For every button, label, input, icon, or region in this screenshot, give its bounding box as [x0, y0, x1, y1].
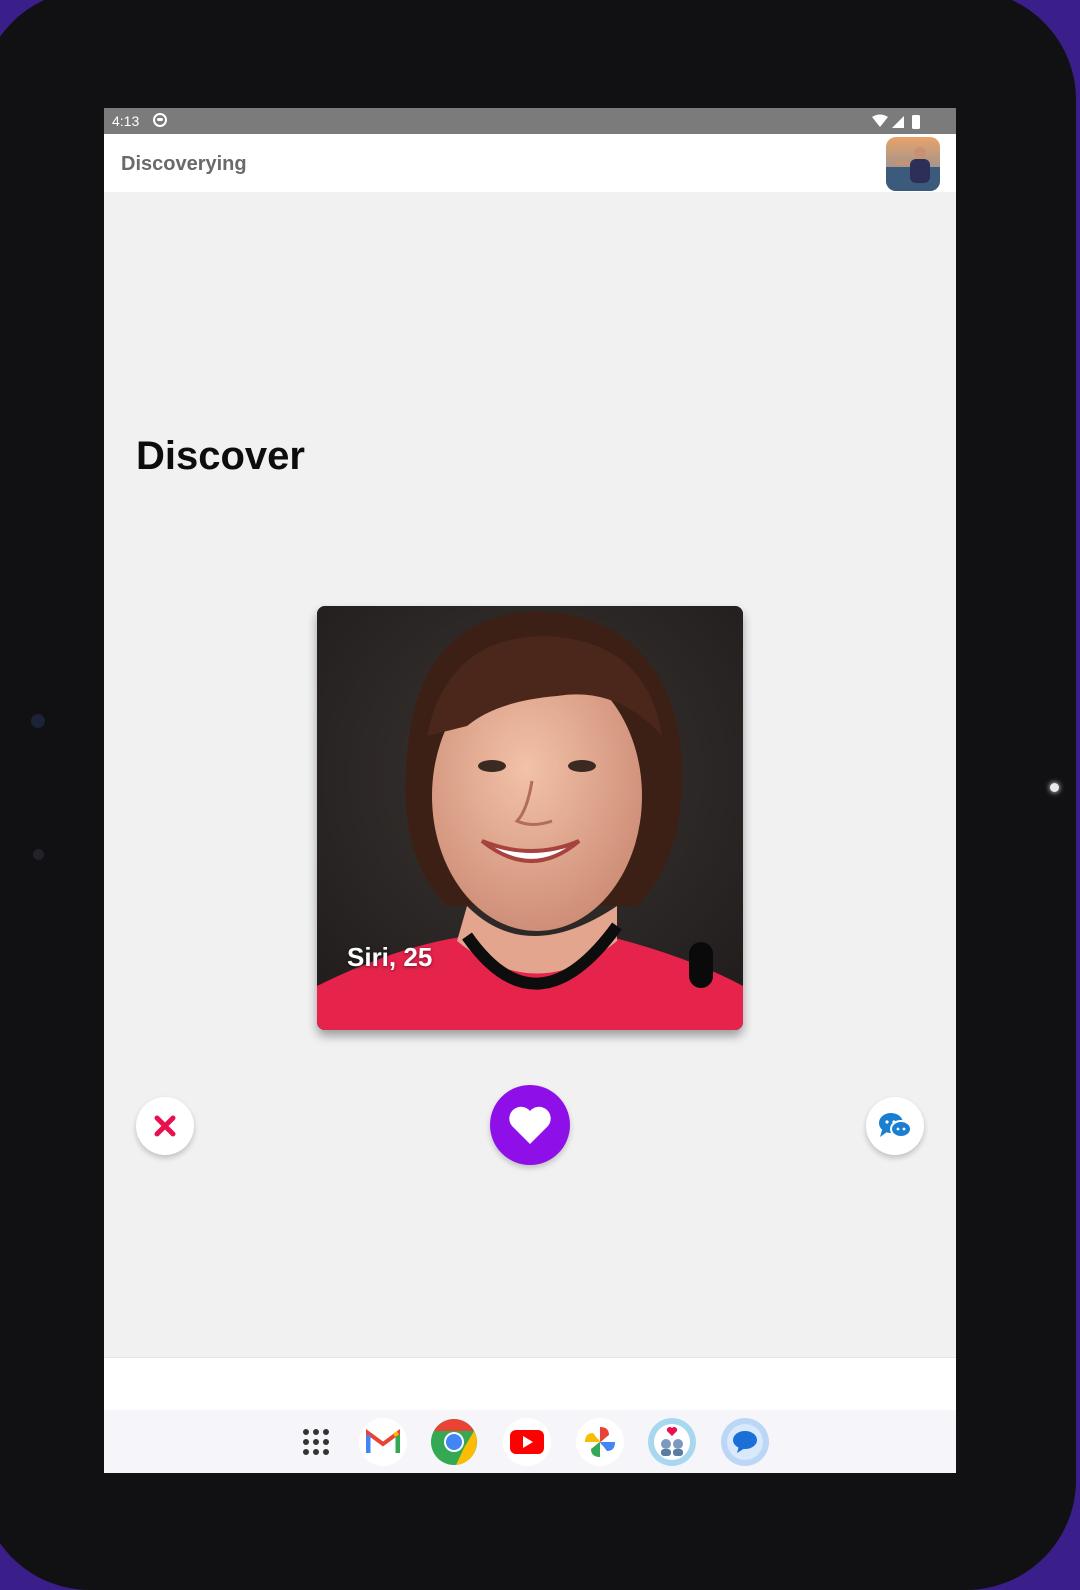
chrome-icon[interactable]: [430, 1418, 478, 1466]
app-drawer-icon[interactable]: [292, 1418, 340, 1466]
status-bar: 4:13: [104, 108, 956, 134]
bottom-area: [104, 1357, 956, 1410]
profile-name-age: Siri, 25: [347, 942, 433, 972]
profile-avatar-icon[interactable]: [886, 137, 940, 191]
page-title: Discover: [136, 434, 305, 478]
like-button[interactable]: [490, 1085, 570, 1165]
close-x-icon: [154, 1115, 176, 1137]
heart-icon: [509, 1106, 551, 1144]
status-time: 4:13: [112, 113, 140, 129]
sensor-dot: [31, 714, 45, 728]
sensor-dot: [33, 849, 44, 860]
dating-app-icon[interactable]: [648, 1418, 696, 1466]
messages-icon[interactable]: [721, 1418, 769, 1466]
app-bar: Discoverying: [104, 134, 956, 192]
gmail-icon[interactable]: [359, 1418, 407, 1466]
signal-icon: [892, 116, 904, 128]
status-icons: [872, 114, 920, 129]
chat-bubbles-icon: [879, 1113, 912, 1138]
scroll-handle[interactable]: [689, 942, 713, 988]
battery-icon: [912, 115, 920, 129]
chat-button[interactable]: [866, 1097, 924, 1155]
dislike-button[interactable]: [136, 1097, 194, 1155]
taskbar-dock: [104, 1410, 956, 1473]
app-notification-icon: [153, 113, 167, 127]
screen: 4:13 Discoverying Discover Siri, 25: [104, 108, 956, 1473]
front-camera: [1050, 783, 1059, 792]
app-title: Discoverying: [121, 153, 247, 175]
photos-icon[interactable]: [576, 1418, 624, 1466]
wifi-icon: [872, 114, 888, 127]
profile-card[interactable]: Siri, 25: [317, 606, 743, 1030]
youtube-icon[interactable]: [503, 1418, 551, 1466]
